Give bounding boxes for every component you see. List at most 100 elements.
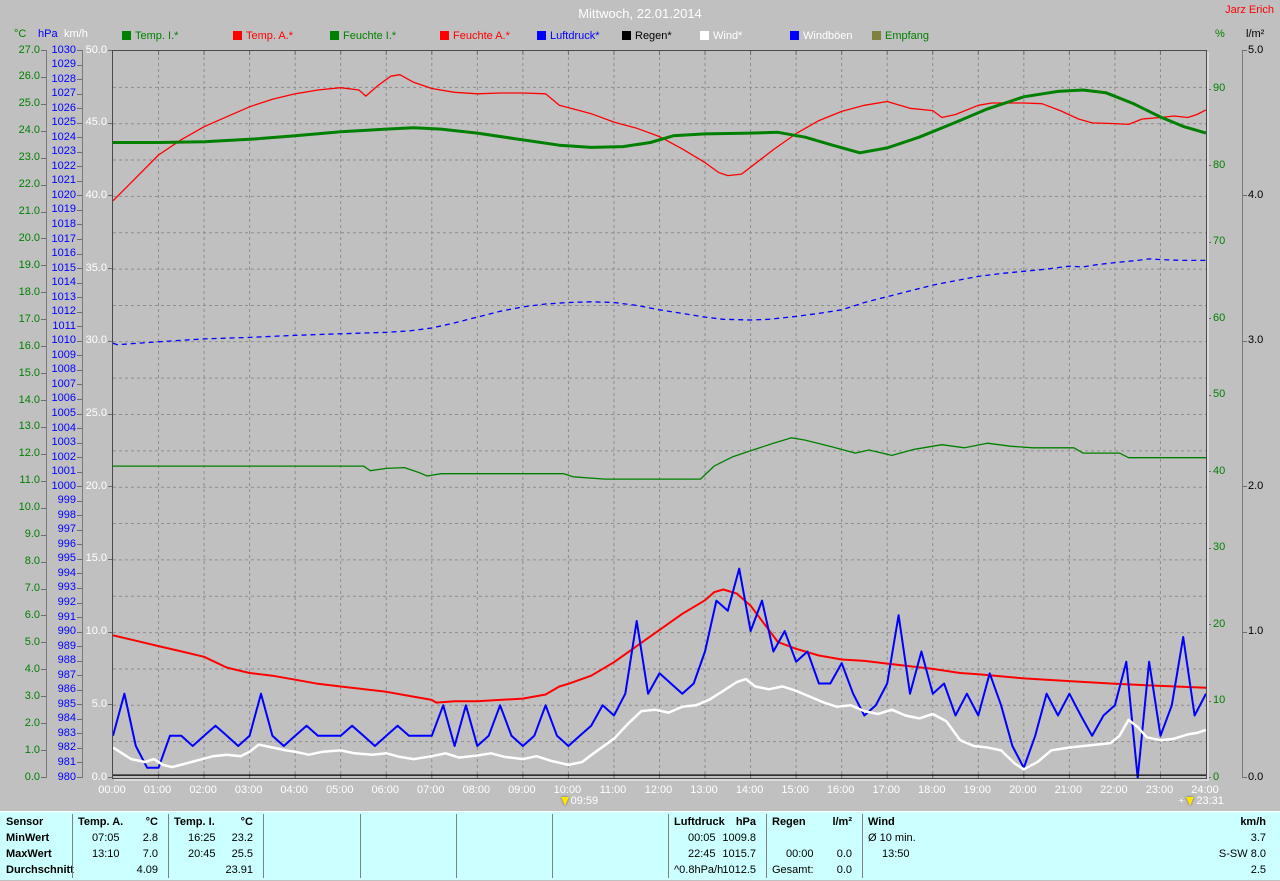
table-cell-value: 23.91 (168, 862, 253, 878)
time-tick-label: 23:00 (1137, 784, 1181, 796)
time-tick-label: 09:00 (500, 784, 544, 796)
time-tick-label: 04:00 (272, 784, 316, 796)
axis-tick-label: 983 (40, 728, 76, 739)
axis-tick (77, 108, 82, 109)
axis-tick (1242, 50, 1247, 51)
axis-tick-label: 1012 (40, 306, 76, 317)
down-arrow-icon (561, 797, 569, 806)
page-title: Mittwoch, 22.01.2014 (0, 6, 1280, 21)
axis-tick (77, 297, 82, 298)
table-row-label: Sensor (6, 814, 43, 830)
axis-tick-label: 9.0 (4, 529, 40, 540)
time-tick-label: 15:00 (773, 784, 817, 796)
legend-item-temp-a[interactable]: Temp. A.* (233, 30, 293, 42)
axis-tick (41, 158, 46, 159)
axis-tick-label: 25.0 (71, 408, 107, 419)
axis-tick-label: 1026 (40, 103, 76, 114)
axis-tick (41, 346, 46, 347)
axis-tick (77, 239, 82, 240)
axis-tick-label: 1.0 (4, 745, 40, 756)
axis-tick-label: 1019 (40, 204, 76, 215)
axis-tick-label: 987 (40, 670, 76, 681)
axis-tick (77, 355, 82, 356)
temp-a-swatch-icon (233, 31, 242, 40)
axis-tick-label: 16.0 (4, 341, 40, 352)
time-tick-label: 00:00 (90, 784, 134, 796)
axis-tick-label: 989 (40, 641, 76, 652)
axis-unit-lm2: l/m² (1246, 28, 1264, 40)
axis-tick-label: 40 (1213, 466, 1225, 477)
legend-item-luftdruck[interactable]: Luftdruck* (537, 30, 600, 42)
axis-tick-label: 19.0 (4, 260, 40, 271)
axis-tick-label: 999 (40, 495, 76, 506)
axis-tick-label: 3.0 (4, 691, 40, 702)
axis-tick-label: 988 (40, 655, 76, 666)
legend-item-feuchte-a[interactable]: Feuchte A.* (440, 30, 510, 42)
axis-tick-label: 993 (40, 582, 76, 593)
axis-tick-label: 996 (40, 539, 76, 550)
axis-tick-label: 23.0 (4, 152, 40, 163)
weather-app-window: Mittwoch, 22.01.2014 Jarz Erich Temp. I.… (0, 0, 1280, 881)
table-cell-value: 23.2 (168, 830, 253, 846)
axis-tick-label: 5.0 (71, 699, 107, 710)
time-tick-label: 13:00 (682, 784, 726, 796)
axis-tick-label: 4.0 (1248, 190, 1263, 201)
windboeen-swatch-icon (790, 31, 799, 40)
axis-rail-lm2 (1242, 50, 1243, 778)
marker-time-label: 09:59 (571, 795, 599, 807)
time-tick-label: 02:00 (181, 784, 225, 796)
axis-tick-label: 11.0 (4, 475, 40, 486)
table-row-label: MaxWert (6, 846, 52, 862)
axis-tick-label: 998 (40, 510, 76, 521)
axis-tick-label: 1022 (40, 161, 76, 172)
legend-item-feuchte-i[interactable]: Feuchte I.* (330, 30, 396, 42)
regen-swatch-icon (622, 31, 631, 40)
stats-table: SensorMinWertMaxWertDurchschnittTemp. A.… (0, 811, 1280, 880)
plot-area[interactable] (112, 50, 1207, 779)
time-tick-label: 06:00 (363, 784, 407, 796)
axis-unit-kmh: km/h (64, 28, 88, 40)
axis-tick-label: 994 (40, 568, 76, 579)
axis-tick-label: 1.0 (1248, 626, 1263, 637)
axis-tick-label: 1016 (40, 248, 76, 259)
axis-tick (77, 443, 82, 444)
legend-label: Feuchte A.* (453, 30, 510, 42)
axis-tick-label: 22.0 (4, 179, 40, 190)
axis-tick-label: 90 (1213, 83, 1225, 94)
axis-tick (77, 254, 82, 255)
axis-tick-label: 14.0 (4, 395, 40, 406)
axis-tick-label: 45.0 (71, 117, 107, 128)
table-col-unit: km/h (862, 814, 1266, 830)
event-marker: ✳23:31 (1177, 795, 1224, 811)
axis-tick (77, 137, 82, 138)
axis-tick-label: 21.0 (4, 206, 40, 217)
axis-tick-label: 26.0 (4, 71, 40, 82)
axis-tick (1242, 777, 1247, 778)
axis-tick-label: 1023 (40, 146, 76, 157)
legend-item-empfang[interactable]: Empfang (872, 30, 929, 42)
table-column-divider (263, 814, 264, 878)
legend-item-temp-i[interactable]: Temp. I.* (122, 30, 178, 42)
axis-tick-label: 1027 (40, 88, 76, 99)
legend-item-regen[interactable]: Regen* (622, 30, 672, 42)
axis-tick-label: 2.0 (1248, 481, 1263, 492)
axis-tick (77, 661, 82, 662)
axis-tick (77, 762, 82, 763)
axis-tick (1242, 486, 1247, 487)
legend-item-windboeen[interactable]: Windböen (790, 30, 853, 42)
axis-tick (77, 573, 82, 574)
axis-tick (77, 326, 82, 327)
axis-tick-label: 1006 (40, 393, 76, 404)
axis-tick (77, 588, 82, 589)
axis-tick (77, 719, 82, 720)
table-cell-value: 0.0 (766, 846, 852, 862)
axis-tick (1242, 341, 1247, 342)
axis-tick-label: 2.0 (4, 718, 40, 729)
axis-tick-label: 15.0 (4, 368, 40, 379)
legend-item-wind[interactable]: Wind* (700, 30, 742, 42)
table-col-unit: °C (168, 814, 253, 830)
axis-tick-label: 15.0 (71, 553, 107, 564)
legend-label: Luftdruck* (550, 30, 600, 42)
axis-tick-label: 984 (40, 713, 76, 724)
axis-tick (77, 690, 82, 691)
